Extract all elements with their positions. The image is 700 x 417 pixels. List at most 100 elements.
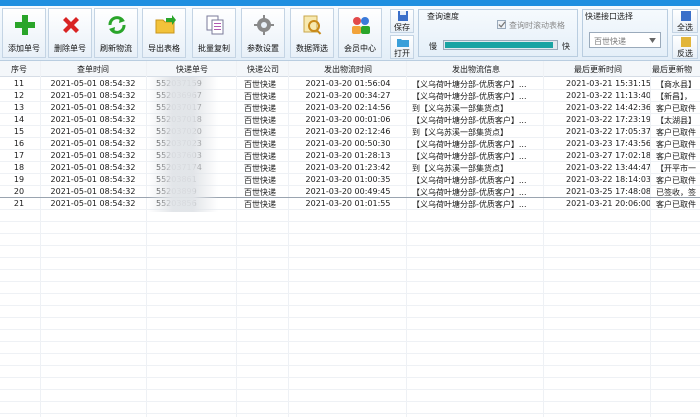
add-tracking-button[interactable]: 添加单号 <box>2 8 46 58</box>
table-cell: 14 <box>13 115 25 124</box>
table-cell: 2021-05-01 08:54:32 <box>50 175 136 184</box>
table-header: 序号 查单时间 快递单号 快递公司 发出物流时间 发出物流信息 最后更新时间 最后更新物 <box>0 61 700 77</box>
api-select-title: 快递接口选择 <box>585 12 633 21</box>
table-cell: 2021-03-22 17:23:19 <box>566 115 651 124</box>
grid-hline <box>0 401 700 402</box>
query-speed-group: 查询速度 查询时滚动表格 慢 快 <box>418 9 578 57</box>
grid-hline <box>0 209 700 210</box>
column-header[interactable]: 发出物流信息 <box>408 64 544 75</box>
grid-hline <box>0 305 700 306</box>
grid-vline <box>146 61 147 417</box>
table-cell: 2021-03-20 00:34:27 <box>305 91 391 100</box>
table-cell: 12 <box>13 91 25 100</box>
member-center-button[interactable]: 会员中心 <box>338 8 382 58</box>
open-button[interactable]: 打开 <box>390 35 414 59</box>
table-cell: 15 <box>13 127 25 136</box>
save-button[interactable]: 保存 <box>390 9 414 33</box>
grid-hline <box>0 257 700 258</box>
batch-copy-button[interactable]: 批量复制 <box>192 8 236 58</box>
grid-vline <box>543 61 544 417</box>
tracking-table[interactable]: 序号 查单时间 快递单号 快递公司 发出物流时间 发出物流信息 最后更新时间 最后更新物 11… <box>0 61 700 417</box>
slow-label: 慢 <box>429 42 437 51</box>
blurred-mask <box>148 77 218 212</box>
table-cell: 2021-03-25 17:48:08 <box>566 187 651 196</box>
grid-hline <box>0 89 700 90</box>
grid-vline <box>650 61 651 417</box>
toolbar: 添加单号 删除单号 刷新物流 导出表格 批量复制 参数设置 数据筛选 会员中心 … <box>0 6 700 61</box>
grid-hline <box>0 269 700 270</box>
grid-hline <box>0 161 700 162</box>
table-cell: 2021-03-20 01:00:35 <box>305 175 391 184</box>
grid-hline <box>0 293 700 294</box>
copy-icon <box>206 15 224 35</box>
table-cell: 2021-05-01 08:54:32 <box>50 91 136 100</box>
table-cell: 13 <box>13 103 25 112</box>
member-icon <box>352 17 370 34</box>
open-folder-icon <box>397 39 409 47</box>
table-cell: 2021-03-20 01:23:42 <box>305 163 391 172</box>
api-select-dropdown[interactable]: 百世快递 <box>589 32 661 48</box>
grid-vline <box>40 61 41 417</box>
column-header[interactable]: 快递单号 <box>148 64 236 75</box>
column-header[interactable]: 查单时间 <box>42 64 144 75</box>
table-cell: 2021-03-22 11:13:40 <box>566 91 651 100</box>
table-cell: 2021-03-21 20:06:00 <box>566 199 651 208</box>
table-cell: 2021-03-21 15:31:15 <box>566 79 651 88</box>
grid-hline <box>0 341 700 342</box>
column-header[interactable]: 快递公司 <box>238 64 288 75</box>
api-selected-value: 百世快递 <box>594 37 626 46</box>
grid-hline <box>0 173 700 174</box>
table-cell: 2021-03-22 13:44:47 <box>566 163 651 172</box>
speed-slider[interactable] <box>443 40 558 50</box>
column-header[interactable]: 最后更新物 <box>652 64 700 75</box>
table-cell: 2021-03-27 17:02:18 <box>566 151 651 160</box>
table-cell: 11 <box>13 79 25 88</box>
select-all-icon <box>681 11 691 21</box>
grid-hline <box>0 329 700 330</box>
grid-hline <box>0 317 700 318</box>
column-header[interactable]: 最后更新时间 <box>545 64 651 75</box>
table-cell: 2021-03-22 14:42:36 <box>566 103 651 112</box>
table-cell: 2021-03-20 00:50:30 <box>305 139 391 148</box>
gear-icon <box>254 15 274 35</box>
table-cell: 17 <box>13 151 25 160</box>
table-cell: 2021-05-01 08:54:32 <box>50 163 136 172</box>
grid-hline <box>0 113 700 114</box>
refresh-logistics-button[interactable]: 刷新物流 <box>94 8 138 58</box>
save-icon <box>398 11 408 21</box>
grid-hline <box>0 365 700 366</box>
column-header[interactable]: 发出物流时间 <box>290 64 406 75</box>
table-cell: 2021-05-01 08:54:32 <box>50 199 136 208</box>
table-cell: 19 <box>13 175 25 184</box>
table-cell: 2021-03-20 02:14:56 <box>305 103 391 112</box>
grid-hline <box>0 125 700 126</box>
export-icon <box>155 15 176 34</box>
table-cell: 2021-05-01 08:54:32 <box>50 151 136 160</box>
api-select-group: 快递接口选择 百世快递 <box>582 9 668 57</box>
auto-scroll-checkbox[interactable] <box>497 20 506 29</box>
grid-hline <box>0 101 700 102</box>
export-table-button[interactable]: 导出表格 <box>142 8 186 58</box>
table-cell: 2021-05-01 08:54:32 <box>50 139 136 148</box>
select-all-button[interactable]: 全选 <box>672 9 698 33</box>
delete-icon <box>63 17 79 33</box>
fast-label: 快 <box>562 42 570 51</box>
table-cell: 2021-05-01 08:54:32 <box>50 103 136 112</box>
table-cell: 2021-03-20 01:28:13 <box>305 151 391 160</box>
refresh-icon <box>108 16 126 34</box>
grid-hline <box>0 185 700 186</box>
grid-hline <box>0 389 700 390</box>
table-cell: 2021-03-20 01:01:55 <box>305 199 391 208</box>
data-filter-button[interactable]: 数据筛选 <box>290 8 334 58</box>
grid-hline <box>0 245 700 246</box>
grid-hline <box>0 197 700 198</box>
settings-button[interactable]: 参数设置 <box>241 8 285 58</box>
table-cell: 2021-03-22 18:14:03 <box>566 175 651 184</box>
column-header[interactable]: 序号 <box>0 64 38 75</box>
table-cell: 2021-03-20 02:12:46 <box>305 127 391 136</box>
invert-selection-button[interactable]: 反选 <box>672 35 698 59</box>
table-cell: 2021-03-20 00:01:06 <box>305 115 391 124</box>
table-cell: 2021-03-23 17:43:56 <box>566 139 651 148</box>
delete-tracking-button[interactable]: 删除单号 <box>48 8 92 58</box>
grid-hline <box>0 233 700 234</box>
